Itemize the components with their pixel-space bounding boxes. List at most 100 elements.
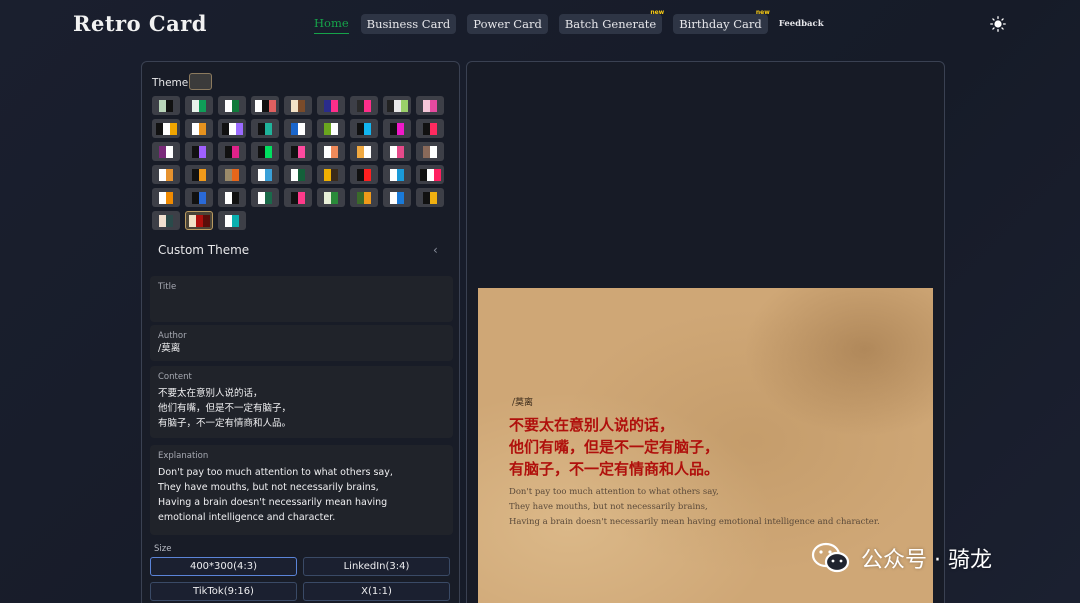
theme-swatch[interactable] bbox=[185, 211, 213, 230]
title-field[interactable]: Title bbox=[150, 276, 453, 322]
explanation-value[interactable]: Don't pay too much attention to what oth… bbox=[158, 465, 445, 525]
swatch-color bbox=[258, 145, 265, 158]
custom-theme-toggle[interactable]: Custom Theme bbox=[158, 243, 249, 257]
swatch-color bbox=[291, 168, 298, 181]
swatch-color bbox=[423, 99, 430, 112]
size-option-4-3[interactable]: 400*300(4:3) bbox=[150, 557, 297, 576]
theme-swatch[interactable] bbox=[185, 165, 213, 184]
size-option-x[interactable]: X(1:1) bbox=[303, 582, 450, 601]
theme-swatch[interactable] bbox=[251, 96, 279, 115]
theme-swatch[interactable] bbox=[350, 142, 378, 161]
theme-swatch[interactable] bbox=[185, 96, 213, 115]
theme-swatch[interactable] bbox=[383, 188, 411, 207]
swatch-color bbox=[430, 99, 437, 112]
theme-swatch[interactable] bbox=[383, 96, 411, 115]
theme-swatch[interactable] bbox=[251, 119, 279, 138]
theme-swatch[interactable] bbox=[251, 142, 279, 161]
nav-home[interactable]: Home bbox=[314, 13, 349, 34]
nav-business-card[interactable]: Business Card bbox=[360, 13, 457, 34]
swatch-color bbox=[324, 168, 331, 181]
nav-birthday-card-label: Birthday Card bbox=[679, 16, 762, 31]
theme-swatch[interactable] bbox=[284, 165, 312, 184]
theme-label: Theme bbox=[152, 77, 189, 89]
content-field[interactable]: Content 不要太在意别人说的话， 他们有嘴，但是不一定有脑子， 有脑子，不… bbox=[150, 366, 453, 438]
theme-swatch[interactable] bbox=[284, 142, 312, 161]
new-badge: new bbox=[755, 8, 770, 16]
nav-batch-generate[interactable]: Batch Generate new bbox=[558, 9, 664, 34]
theme-swatch[interactable] bbox=[218, 211, 246, 230]
swatch-color bbox=[324, 122, 331, 135]
theme-swatch[interactable] bbox=[152, 165, 180, 184]
swatch-color bbox=[364, 99, 371, 112]
theme-swatch[interactable] bbox=[284, 119, 312, 138]
theme-swatch[interactable] bbox=[317, 119, 345, 138]
theme-swatch[interactable] bbox=[251, 165, 279, 184]
nav-feedback[interactable]: Feedback bbox=[779, 16, 824, 32]
swatch-color bbox=[192, 191, 199, 204]
swatch-color bbox=[225, 168, 232, 181]
theme-swatch[interactable] bbox=[218, 142, 246, 161]
swatch-color bbox=[430, 145, 437, 158]
swatch-color bbox=[232, 99, 239, 112]
theme-swatch[interactable] bbox=[416, 142, 444, 161]
swatch-color bbox=[390, 122, 397, 135]
theme-swatch[interactable] bbox=[185, 188, 213, 207]
theme-swatch[interactable] bbox=[251, 188, 279, 207]
card-explanation: Don't pay too much attention to what oth… bbox=[509, 487, 880, 527]
swatch-color bbox=[192, 99, 199, 112]
current-theme-swatch[interactable] bbox=[189, 73, 212, 90]
theme-swatch[interactable] bbox=[284, 96, 312, 115]
author-label: Author bbox=[158, 331, 187, 341]
swatch-color bbox=[397, 122, 404, 135]
swatch-color bbox=[324, 145, 331, 158]
theme-swatch[interactable] bbox=[416, 96, 444, 115]
sun-icon[interactable] bbox=[990, 16, 1006, 32]
theme-swatch[interactable] bbox=[284, 188, 312, 207]
content-value[interactable]: 不要太在意别人说的话， 他们有嘴，但是不一定有脑子， 有脑子，不一定有情商和人品… bbox=[158, 386, 445, 431]
author-value[interactable]: /莫离 bbox=[158, 341, 445, 356]
nav-power-card[interactable]: Power Card bbox=[467, 13, 548, 34]
theme-swatch[interactable] bbox=[383, 119, 411, 138]
swatch-color bbox=[169, 122, 177, 135]
theme-swatch[interactable] bbox=[152, 119, 180, 138]
theme-swatch[interactable] bbox=[218, 188, 246, 207]
nav-birthday-card[interactable]: Birthday Card new bbox=[673, 9, 770, 34]
swatch-color bbox=[258, 191, 265, 204]
size-option-linkedin[interactable]: LinkedIn(3:4) bbox=[303, 557, 450, 576]
theme-swatch[interactable] bbox=[317, 142, 345, 161]
chevron-left-icon[interactable]: ‹ bbox=[433, 243, 438, 257]
theme-swatch[interactable] bbox=[218, 165, 246, 184]
swatch-color bbox=[433, 168, 441, 181]
theme-swatch[interactable] bbox=[416, 188, 444, 207]
theme-swatch[interactable] bbox=[350, 96, 378, 115]
app-logo[interactable]: Retro Card bbox=[73, 11, 207, 36]
swatch-color bbox=[324, 191, 331, 204]
swatch-color bbox=[291, 145, 298, 158]
theme-swatch[interactable] bbox=[383, 142, 411, 161]
theme-swatch[interactable] bbox=[218, 119, 246, 138]
theme-swatch[interactable] bbox=[152, 142, 180, 161]
theme-swatch[interactable] bbox=[416, 119, 444, 138]
theme-swatch[interactable] bbox=[416, 165, 444, 184]
theme-swatch[interactable] bbox=[350, 119, 378, 138]
swatch-color bbox=[166, 168, 173, 181]
theme-swatch[interactable] bbox=[317, 165, 345, 184]
size-option-tiktok[interactable]: TikTok(9:16) bbox=[150, 582, 297, 601]
theme-swatch[interactable] bbox=[185, 142, 213, 161]
swatch-color bbox=[357, 191, 364, 204]
theme-swatch[interactable] bbox=[350, 188, 378, 207]
theme-swatch[interactable] bbox=[218, 96, 246, 115]
theme-swatch[interactable] bbox=[152, 211, 180, 230]
theme-swatch[interactable] bbox=[152, 188, 180, 207]
author-field[interactable]: Author /莫离 bbox=[150, 325, 453, 361]
theme-swatch[interactable] bbox=[350, 165, 378, 184]
theme-swatch[interactable] bbox=[317, 188, 345, 207]
swatch-color bbox=[397, 191, 404, 204]
explanation-field[interactable]: Explanation Don't pay too much attention… bbox=[150, 445, 453, 535]
swatch-color bbox=[331, 99, 338, 112]
theme-swatch[interactable] bbox=[317, 96, 345, 115]
theme-swatch[interactable] bbox=[152, 96, 180, 115]
theme-swatch[interactable] bbox=[383, 165, 411, 184]
theme-swatch[interactable] bbox=[185, 119, 213, 138]
swatch-color bbox=[188, 214, 196, 227]
